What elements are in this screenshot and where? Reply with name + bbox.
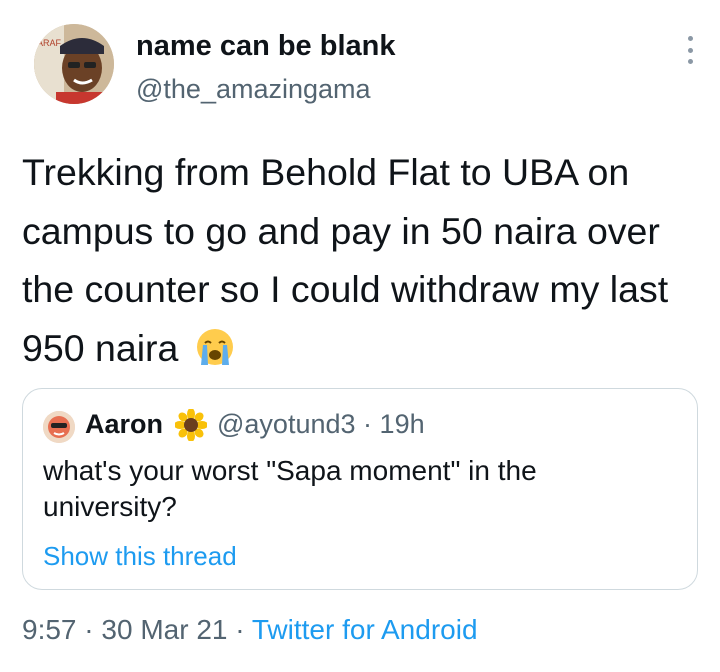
quoted-tweet-text: what's your worst "Sapa moment" in the u… <box>43 455 537 522</box>
author-display-name[interactable]: name can be blank <box>136 30 396 63</box>
footer-separator: · <box>84 614 94 645</box>
author-avatar[interactable]: ARAF <box>34 24 114 104</box>
show-thread-link[interactable]: Show this thread <box>43 541 237 572</box>
sunflower-emoji-icon <box>175 409 207 441</box>
tweet-source-link[interactable]: Twitter for Android <box>252 614 478 645</box>
quoted-author-handle[interactable]: @ayotund3 <box>217 409 356 439</box>
tweet-footer: 9:57 · 30 Mar 21 · Twitter for Android <box>22 614 478 646</box>
svg-text:ARAF: ARAF <box>37 38 62 48</box>
quoted-author-name[interactable]: Aaron <box>85 409 163 440</box>
quoted-tweet-card[interactable]: Aaron @ayotund3 · 19h what's your worst … <box>22 388 698 590</box>
meta-separator: · <box>363 409 373 439</box>
tweet-text: Trekking from Behold Flat to UBA on camp… <box>22 151 669 369</box>
tweet-date[interactable]: 30 Mar 21 <box>101 614 227 645</box>
author-handle[interactable]: @the_amazingama <box>136 74 371 105</box>
quoted-meta: @ayotund3 · 19h <box>217 409 425 440</box>
footer-separator: · <box>235 614 245 645</box>
tweet-body: Trekking from Behold Flat to UBA on camp… <box>22 143 702 377</box>
quoted-author-avatar[interactable] <box>43 411 75 443</box>
quoted-time[interactable]: 19h <box>380 409 425 439</box>
tweet-time[interactable]: 9:57 <box>22 614 77 645</box>
sob-emoji-icon <box>196 328 233 365</box>
more-options-icon[interactable] <box>680 36 700 64</box>
